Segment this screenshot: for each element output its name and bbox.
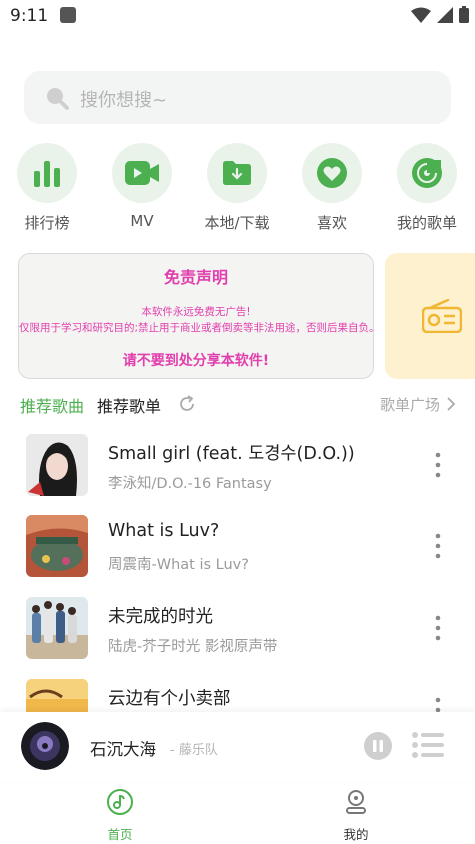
banner-title: 免责声明 xyxy=(163,268,228,287)
radio-banner[interactable] xyxy=(385,253,475,379)
song-subtitle: 陆虎-芥子时光 影视原声带 xyxy=(108,639,278,655)
song-row[interactable]: Small girl (feat. 도경수(D.O.)) 李泳知/D.O.-16… xyxy=(0,434,475,514)
banner-line1: 本软件永远免费无广告! xyxy=(141,306,251,318)
search-placeholder: 搜你想搜~ xyxy=(80,90,168,111)
download-circle xyxy=(207,143,267,203)
user-profile-icon xyxy=(346,790,366,814)
more-vertical-icon[interactable] xyxy=(428,613,448,643)
status-indicators xyxy=(411,6,469,23)
more-vertical-icon[interactable] xyxy=(428,531,448,561)
player-song-title: 石沉大海 xyxy=(90,740,156,759)
quick-item-local-download[interactable]: 本地/下载 xyxy=(197,143,277,233)
pause-icon[interactable] xyxy=(364,732,392,760)
quick-label-ranking: 排行榜 xyxy=(24,214,70,232)
chevron-right-icon[interactable] xyxy=(446,396,456,412)
quick-label-favorites: 喜欢 xyxy=(316,214,347,232)
favorites-circle xyxy=(302,143,362,203)
song-row[interactable]: What is Luv? 周震南-What is Luv? xyxy=(0,515,475,595)
status-bar: 9:11 xyxy=(0,0,475,32)
album-cover xyxy=(26,597,88,659)
player-artist: - 藤乐队 xyxy=(170,743,218,758)
album-cover xyxy=(26,434,88,496)
playlist-queue-icon[interactable] xyxy=(412,732,444,758)
refresh-icon[interactable] xyxy=(177,394,197,414)
tab-recommended-songs[interactable]: 推荐歌曲 xyxy=(20,393,84,417)
video-camera-icon xyxy=(125,161,159,185)
song-title: 未完成的时光 xyxy=(108,607,213,627)
disclaimer-banner[interactable]: 免责声明 本软件永远免费无广告! 仅限用于学习和研究目的;禁止用于商业或者倒卖等… xyxy=(18,253,374,379)
battery-icon xyxy=(459,6,469,23)
quick-item-mv[interactable]: MV xyxy=(102,143,182,230)
my-playlists-circle xyxy=(397,143,457,203)
mini-player[interactable]: 石沉大海 - 藤乐队 xyxy=(0,712,475,782)
radio-icon xyxy=(422,299,462,333)
tab-recommended-playlists[interactable]: 推荐歌单 xyxy=(97,393,161,417)
album-cover xyxy=(26,515,88,577)
song-subtitle: 李泳知/D.O.-16 Fantasy xyxy=(108,476,272,492)
song-title: Small girl (feat. 도경수(D.O.)) xyxy=(108,444,355,464)
status-time: 9:11 xyxy=(10,6,49,26)
banner-warning: 请不要到处分享本软件! xyxy=(122,353,270,369)
player-album-cover[interactable] xyxy=(21,722,69,770)
mv-circle xyxy=(112,143,172,203)
banner-line2: 仅限用于学习和研究目的;禁止用于商业或者倒卖等非法用途，否则后果自负。 xyxy=(19,322,374,334)
nav-home[interactable]: 首页 xyxy=(90,788,150,843)
song-title: 云边有个小卖部 xyxy=(108,689,231,709)
quick-label-local-download: 本地/下载 xyxy=(204,214,270,232)
download-folder-icon xyxy=(223,161,251,185)
heart-icon xyxy=(317,158,347,188)
search-icon xyxy=(47,88,69,110)
playlist-disc-icon xyxy=(412,158,442,188)
music-disc-icon xyxy=(107,789,133,815)
song-title: What is Luv? xyxy=(108,521,220,541)
nav-mine-label: 我的 xyxy=(343,827,369,842)
signal-icon xyxy=(437,6,453,23)
quick-item-ranking[interactable]: 排行榜 xyxy=(7,143,87,233)
more-vertical-icon[interactable] xyxy=(428,450,448,480)
quick-item-my-playlists[interactable]: 我的歌单 xyxy=(387,143,467,233)
song-subtitle: 周震南-What is Luv? xyxy=(108,557,249,573)
bar-chart-icon xyxy=(34,161,60,187)
song-row[interactable]: 未完成的时光 陆虎-芥子时光 影视原声带 xyxy=(0,597,475,677)
quick-label-mv: MV xyxy=(130,212,154,230)
quick-item-favorites[interactable]: 喜欢 xyxy=(292,143,372,233)
nav-mine[interactable]: 我的 xyxy=(326,788,386,843)
playlist-square-link[interactable]: 歌单广场 xyxy=(380,394,440,415)
app-notification-icon xyxy=(60,7,76,23)
search-input[interactable]: 搜你想搜~ xyxy=(24,71,451,124)
wifi-icon xyxy=(411,7,431,23)
nav-home-label: 首页 xyxy=(107,827,133,842)
ranking-circle xyxy=(17,143,77,203)
quick-label-my-playlists: 我的歌单 xyxy=(396,214,457,232)
